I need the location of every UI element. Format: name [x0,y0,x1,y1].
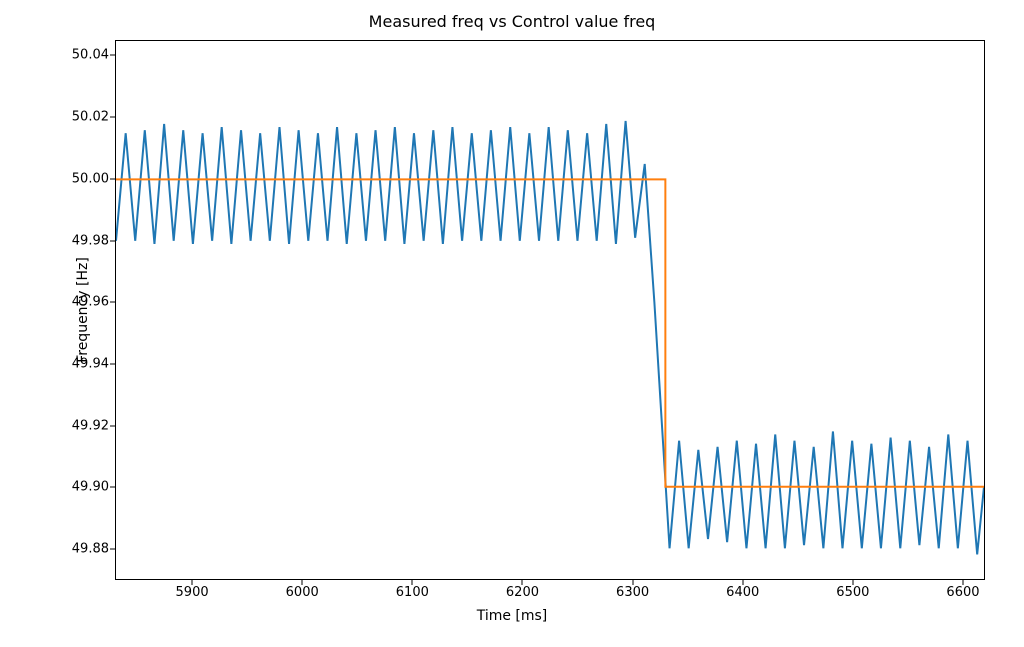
measured-series-line [116,121,984,554]
x-tick-label: 6100 [396,585,429,600]
plot-svg [116,41,984,579]
x-tick-mark [742,580,743,585]
x-tick-mark [412,580,413,585]
y-tick-mark [110,425,115,426]
x-tick-label: 5900 [176,585,209,600]
plot-area [115,40,985,580]
x-axis-label: Time [ms] [0,608,1024,624]
x-tick-label: 6200 [506,585,539,600]
y-tick-label: 49.88 [72,542,109,557]
y-tick-mark [110,55,115,56]
y-tick-label: 49.98 [72,233,109,248]
y-axis-label: Frequency [Hz] [75,257,91,363]
chart-title: Measured freq vs Control value freq [0,12,1024,31]
control-series-line [116,179,984,486]
y-tick-mark [110,364,115,365]
x-tick-label: 6000 [286,585,319,600]
y-tick-label: 49.90 [72,480,109,495]
y-tick-label: 50.04 [72,48,109,63]
y-tick-mark [110,487,115,488]
x-tick-mark [302,580,303,585]
y-tick-label: 50.00 [72,171,109,186]
y-tick-mark [110,117,115,118]
y-tick-mark [110,302,115,303]
y-tick-mark [110,549,115,550]
y-tick-mark [110,178,115,179]
x-tick-label: 6300 [616,585,649,600]
y-tick-label: 50.02 [72,110,109,125]
x-tick-label: 6500 [836,585,869,600]
x-tick-mark [522,580,523,585]
y-tick-label: 49.92 [72,418,109,433]
x-tick-mark [852,580,853,585]
y-tick-mark [110,240,115,241]
x-tick-mark [632,580,633,585]
x-tick-label: 6600 [946,585,979,600]
x-tick-mark [962,580,963,585]
x-tick-label: 6400 [726,585,759,600]
chart-container: Measured freq vs Control value freq 49.8… [0,0,1024,647]
x-tick-mark [192,580,193,585]
